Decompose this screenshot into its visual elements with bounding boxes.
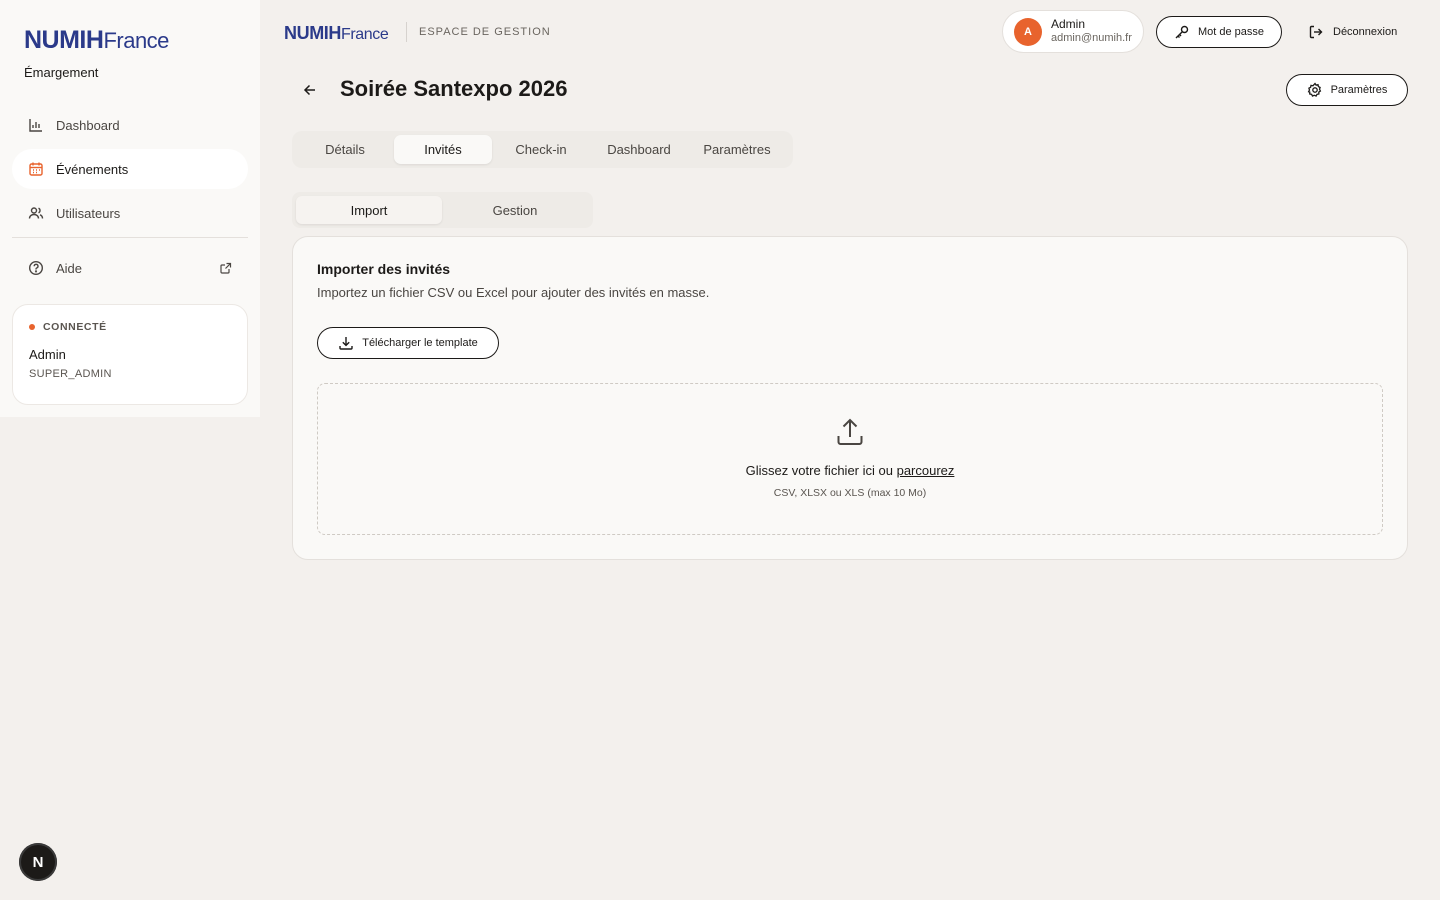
app-name: Émargement <box>24 65 99 80</box>
subtab-import[interactable]: Import <box>296 196 442 224</box>
admin-email: admin@numih.fr <box>1051 32 1132 45</box>
admin-info: Admin admin@numih.fr <box>1051 17 1132 46</box>
external-link-icon <box>220 262 232 274</box>
event-settings-label: Paramètres <box>1330 84 1388 96</box>
event-settings-button[interactable]: Paramètres <box>1286 74 1408 106</box>
import-card-title: Importer des invités <box>317 261 451 277</box>
logo-brand: NUMIH <box>24 26 104 54</box>
browse-link[interactable]: parcourez <box>897 463 955 478</box>
calendar-icon <box>28 161 44 177</box>
invites-subtabs: Import Gestion <box>292 192 593 228</box>
status-dot <box>29 324 35 330</box>
sidebar-item-label: Aide <box>56 260 83 276</box>
download-icon <box>338 335 354 351</box>
logo-suffix: France <box>103 28 169 53</box>
logout-icon <box>1308 24 1324 40</box>
dropzone-text: Glissez votre fichier ici ou parcourez <box>318 463 1382 478</box>
tab-details[interactable]: Détails <box>296 135 394 164</box>
sidebar: NUMIH France Émargement Dashboard Événem… <box>0 0 260 417</box>
header-logo[interactable]: NUMIH France <box>284 23 389 44</box>
avatar: A <box>1014 17 1042 46</box>
import-card-description: Importez un fichier CSV ou Excel pour aj… <box>317 285 710 300</box>
key-icon <box>1174 24 1190 40</box>
admin-chip[interactable]: A Admin admin@numih.fr <box>1002 10 1144 53</box>
logout-label: Déconnexion <box>1333 26 1398 38</box>
sidebar-item-label: Événements <box>56 161 129 177</box>
tab-invites[interactable]: Invités <box>394 135 492 164</box>
tab-parametres[interactable]: Paramètres <box>688 135 786 164</box>
import-card: Importer des invités Importez un fichier… <box>292 236 1408 560</box>
dev-tools-badge[interactable]: N <box>19 843 57 881</box>
sidebar-item-aide[interactable]: Aide <box>12 248 248 288</box>
user-role: SUPER_ADMIN <box>29 368 112 380</box>
header-divider <box>406 22 407 42</box>
subtab-gestion[interactable]: Gestion <box>442 196 588 224</box>
sidebar-item-label: Dashboard <box>56 117 120 133</box>
upload-icon <box>835 417 865 447</box>
tab-dashboard[interactable]: Dashboard <box>590 135 688 164</box>
arrow-left-icon <box>301 81 319 99</box>
bar-chart-icon <box>28 117 44 133</box>
sidebar-item-label: Utilisateurs <box>56 205 121 221</box>
sidebar-logo[interactable]: NUMIH France <box>24 26 169 55</box>
gear-icon <box>1307 82 1323 98</box>
tab-check-in[interactable]: Check-in <box>492 135 590 164</box>
sidebar-item-dashboard[interactable]: Dashboard <box>12 105 248 145</box>
status-label: CONNECTÉ <box>43 321 107 333</box>
logo-suffix: France <box>341 26 389 43</box>
dropzone-label: Glissez votre fichier ici ou <box>745 463 893 478</box>
file-dropzone[interactable]: Glissez votre fichier ici ou parcourez C… <box>317 383 1383 535</box>
connection-status: CONNECTÉ <box>29 321 231 333</box>
sidebar-item-evenements[interactable]: Événements <box>12 149 248 189</box>
space-label: ESPACE DE GESTION <box>419 26 551 38</box>
download-template-button[interactable]: Télécharger le template <box>317 327 499 359</box>
sidebar-nav: Dashboard Événements Utilisateurs Aide <box>12 105 248 292</box>
page-title: Soirée Santexpo 2026 <box>340 76 568 101</box>
logo-brand: NUMIH <box>284 23 341 43</box>
download-template-label: Télécharger le template <box>362 337 478 349</box>
sidebar-item-utilisateurs[interactable]: Utilisateurs <box>12 193 248 233</box>
password-button[interactable]: Mot de passe <box>1156 16 1282 48</box>
event-tabs: Détails Invités Check-in Dashboard Param… <box>292 131 793 168</box>
admin-name: Admin <box>1051 17 1086 32</box>
back-button[interactable] <box>301 81 319 99</box>
user-name: Admin <box>29 347 66 362</box>
dropzone-hint: CSV, XLSX ou XLS (max 10 Mo) <box>773 487 927 499</box>
logout-button[interactable]: Déconnexion <box>1308 24 1397 40</box>
nav-divider <box>12 237 248 238</box>
password-label: Mot de passe <box>1197 26 1265 38</box>
user-card: CONNECTÉ Admin SUPER_ADMIN <box>12 304 248 405</box>
help-circle-icon <box>28 260 44 276</box>
top-bar: NUMIH France ESPACE DE GESTION A Admin a… <box>284 10 1408 53</box>
users-icon <box>28 205 44 221</box>
